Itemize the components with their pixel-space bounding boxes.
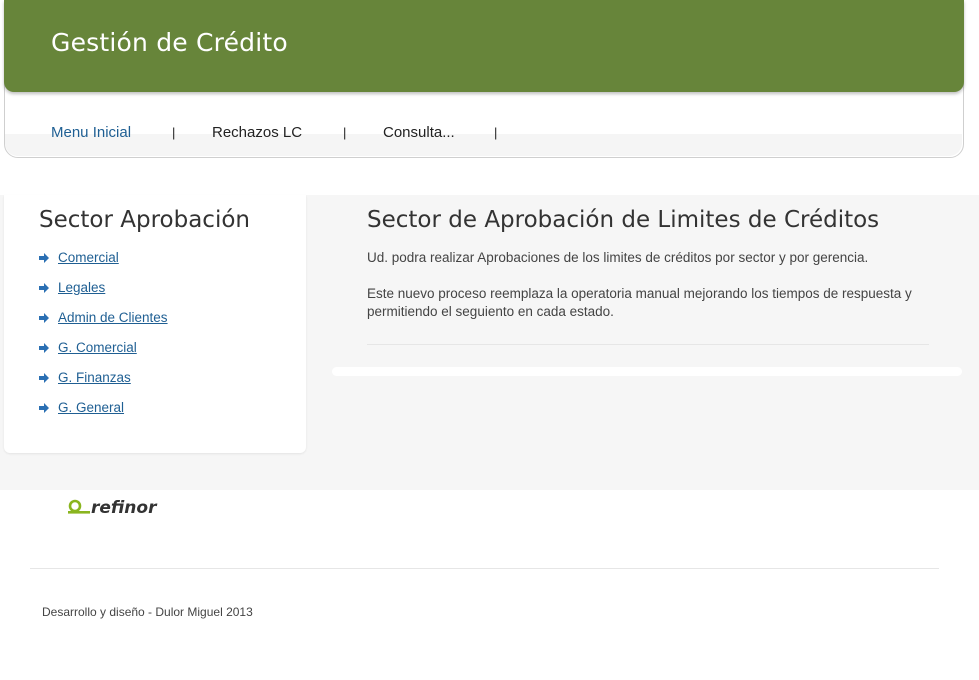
content-divider [367, 344, 929, 345]
page-title: Sector de Aprobación de Limites de Crédi… [367, 207, 880, 233]
arrow-right-icon [39, 253, 49, 263]
logo-wordmark: refinor [91, 498, 158, 518]
footer-credits: Desarrollo y diseño - Dulor Miguel 2013 [42, 605, 253, 619]
sidebar-link-comercial[interactable]: Comercial [58, 250, 119, 265]
sidebar-title: Sector Aprobación [39, 207, 250, 233]
content-bar [332, 367, 962, 376]
arrow-right-icon [39, 373, 49, 383]
nav-separator: | [172, 125, 176, 140]
nav-separator: | [343, 125, 347, 140]
app-title: Gestión de Crédito [51, 28, 288, 57]
nav-separator: | [494, 125, 498, 140]
footer-divider [30, 568, 939, 569]
arrow-right-icon [39, 313, 49, 323]
arrow-right-icon [39, 343, 49, 353]
description-paragraph: Este nuevo proceso reemplaza la operator… [367, 286, 912, 319]
nav-item-rechazos-lc[interactable]: Rechazos LC [212, 124, 302, 141]
sidebar-link-g-finanzas[interactable]: G. Finanzas [58, 370, 131, 385]
sidebar-link-g-comercial[interactable]: G. Comercial [58, 340, 137, 355]
intro-paragraph: Ud. podra realizar Aprobaciones de los l… [367, 250, 869, 265]
sidebar-link-admin-clientes[interactable]: Admin de Clientes [58, 310, 168, 325]
nav-item-consulta[interactable]: Consulta... [383, 124, 455, 141]
sidebar-link-legales[interactable]: Legales [58, 280, 105, 295]
nav-item-menu-inicial[interactable]: Menu Inicial [51, 124, 131, 141]
sidebar-link-g-general[interactable]: G. General [58, 400, 124, 415]
arrow-right-icon [39, 403, 49, 413]
arrow-right-icon [39, 283, 49, 293]
nav-bar-background [5, 134, 962, 156]
header-banner: Gestión de Crédito [4, 0, 964, 92]
refinor-logo: refinor [68, 498, 158, 518]
